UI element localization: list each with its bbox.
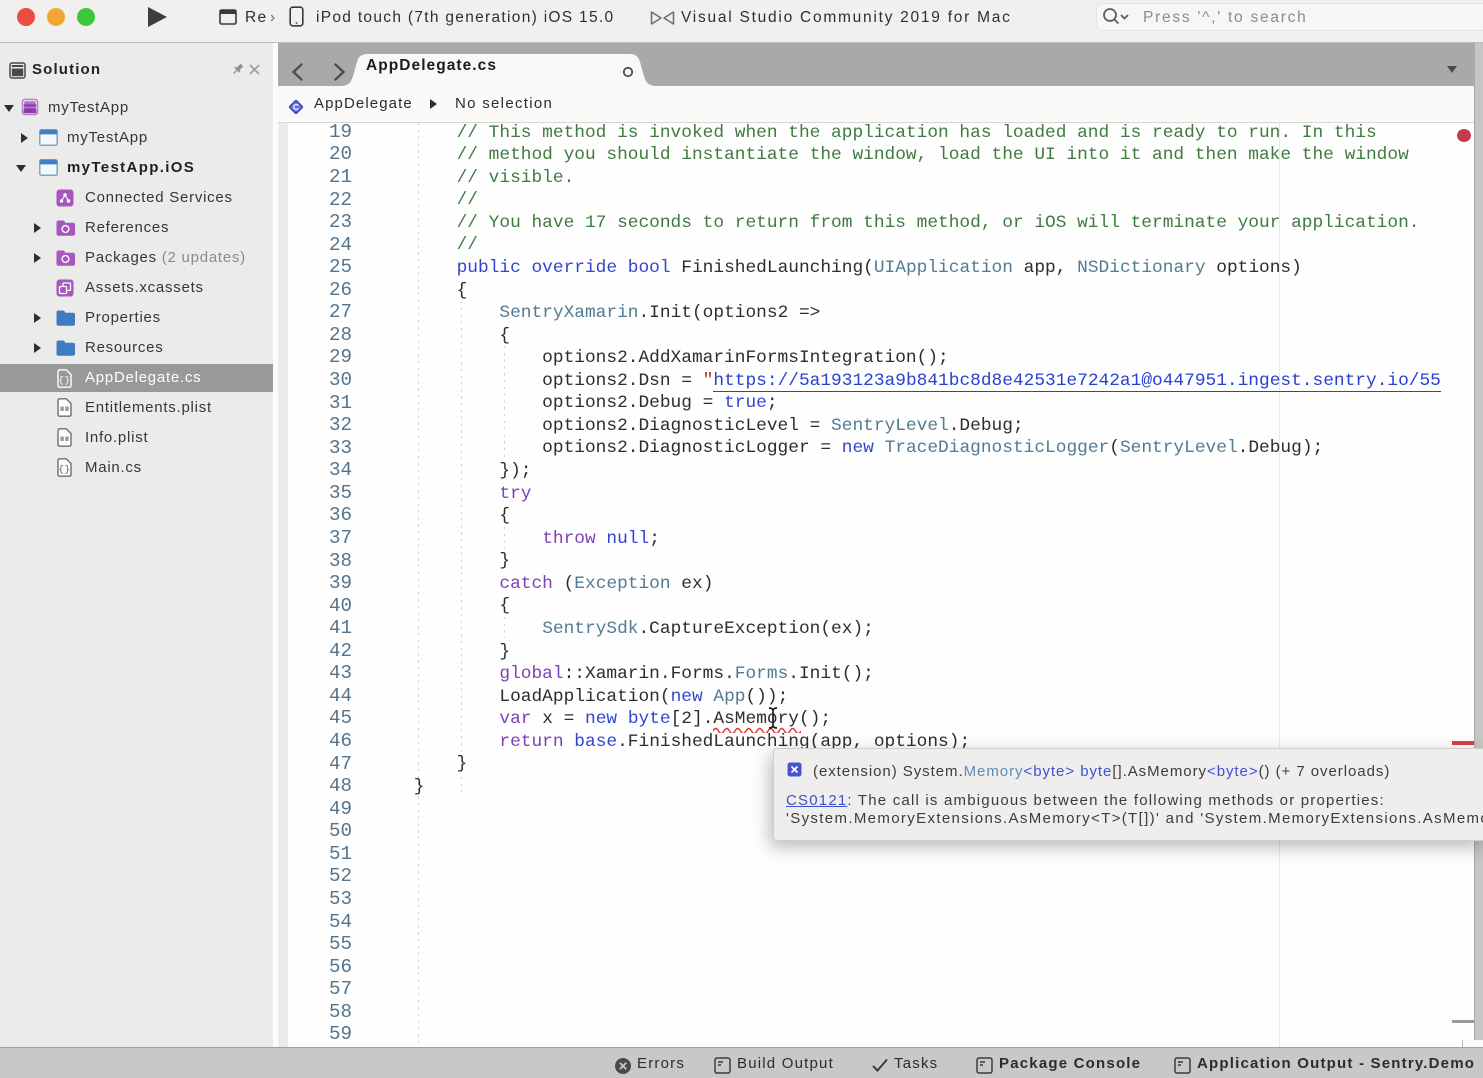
svg-text:{}: {} [58, 465, 70, 475]
svg-text:C: C [293, 102, 299, 112]
svg-text:{}: {} [58, 376, 70, 386]
